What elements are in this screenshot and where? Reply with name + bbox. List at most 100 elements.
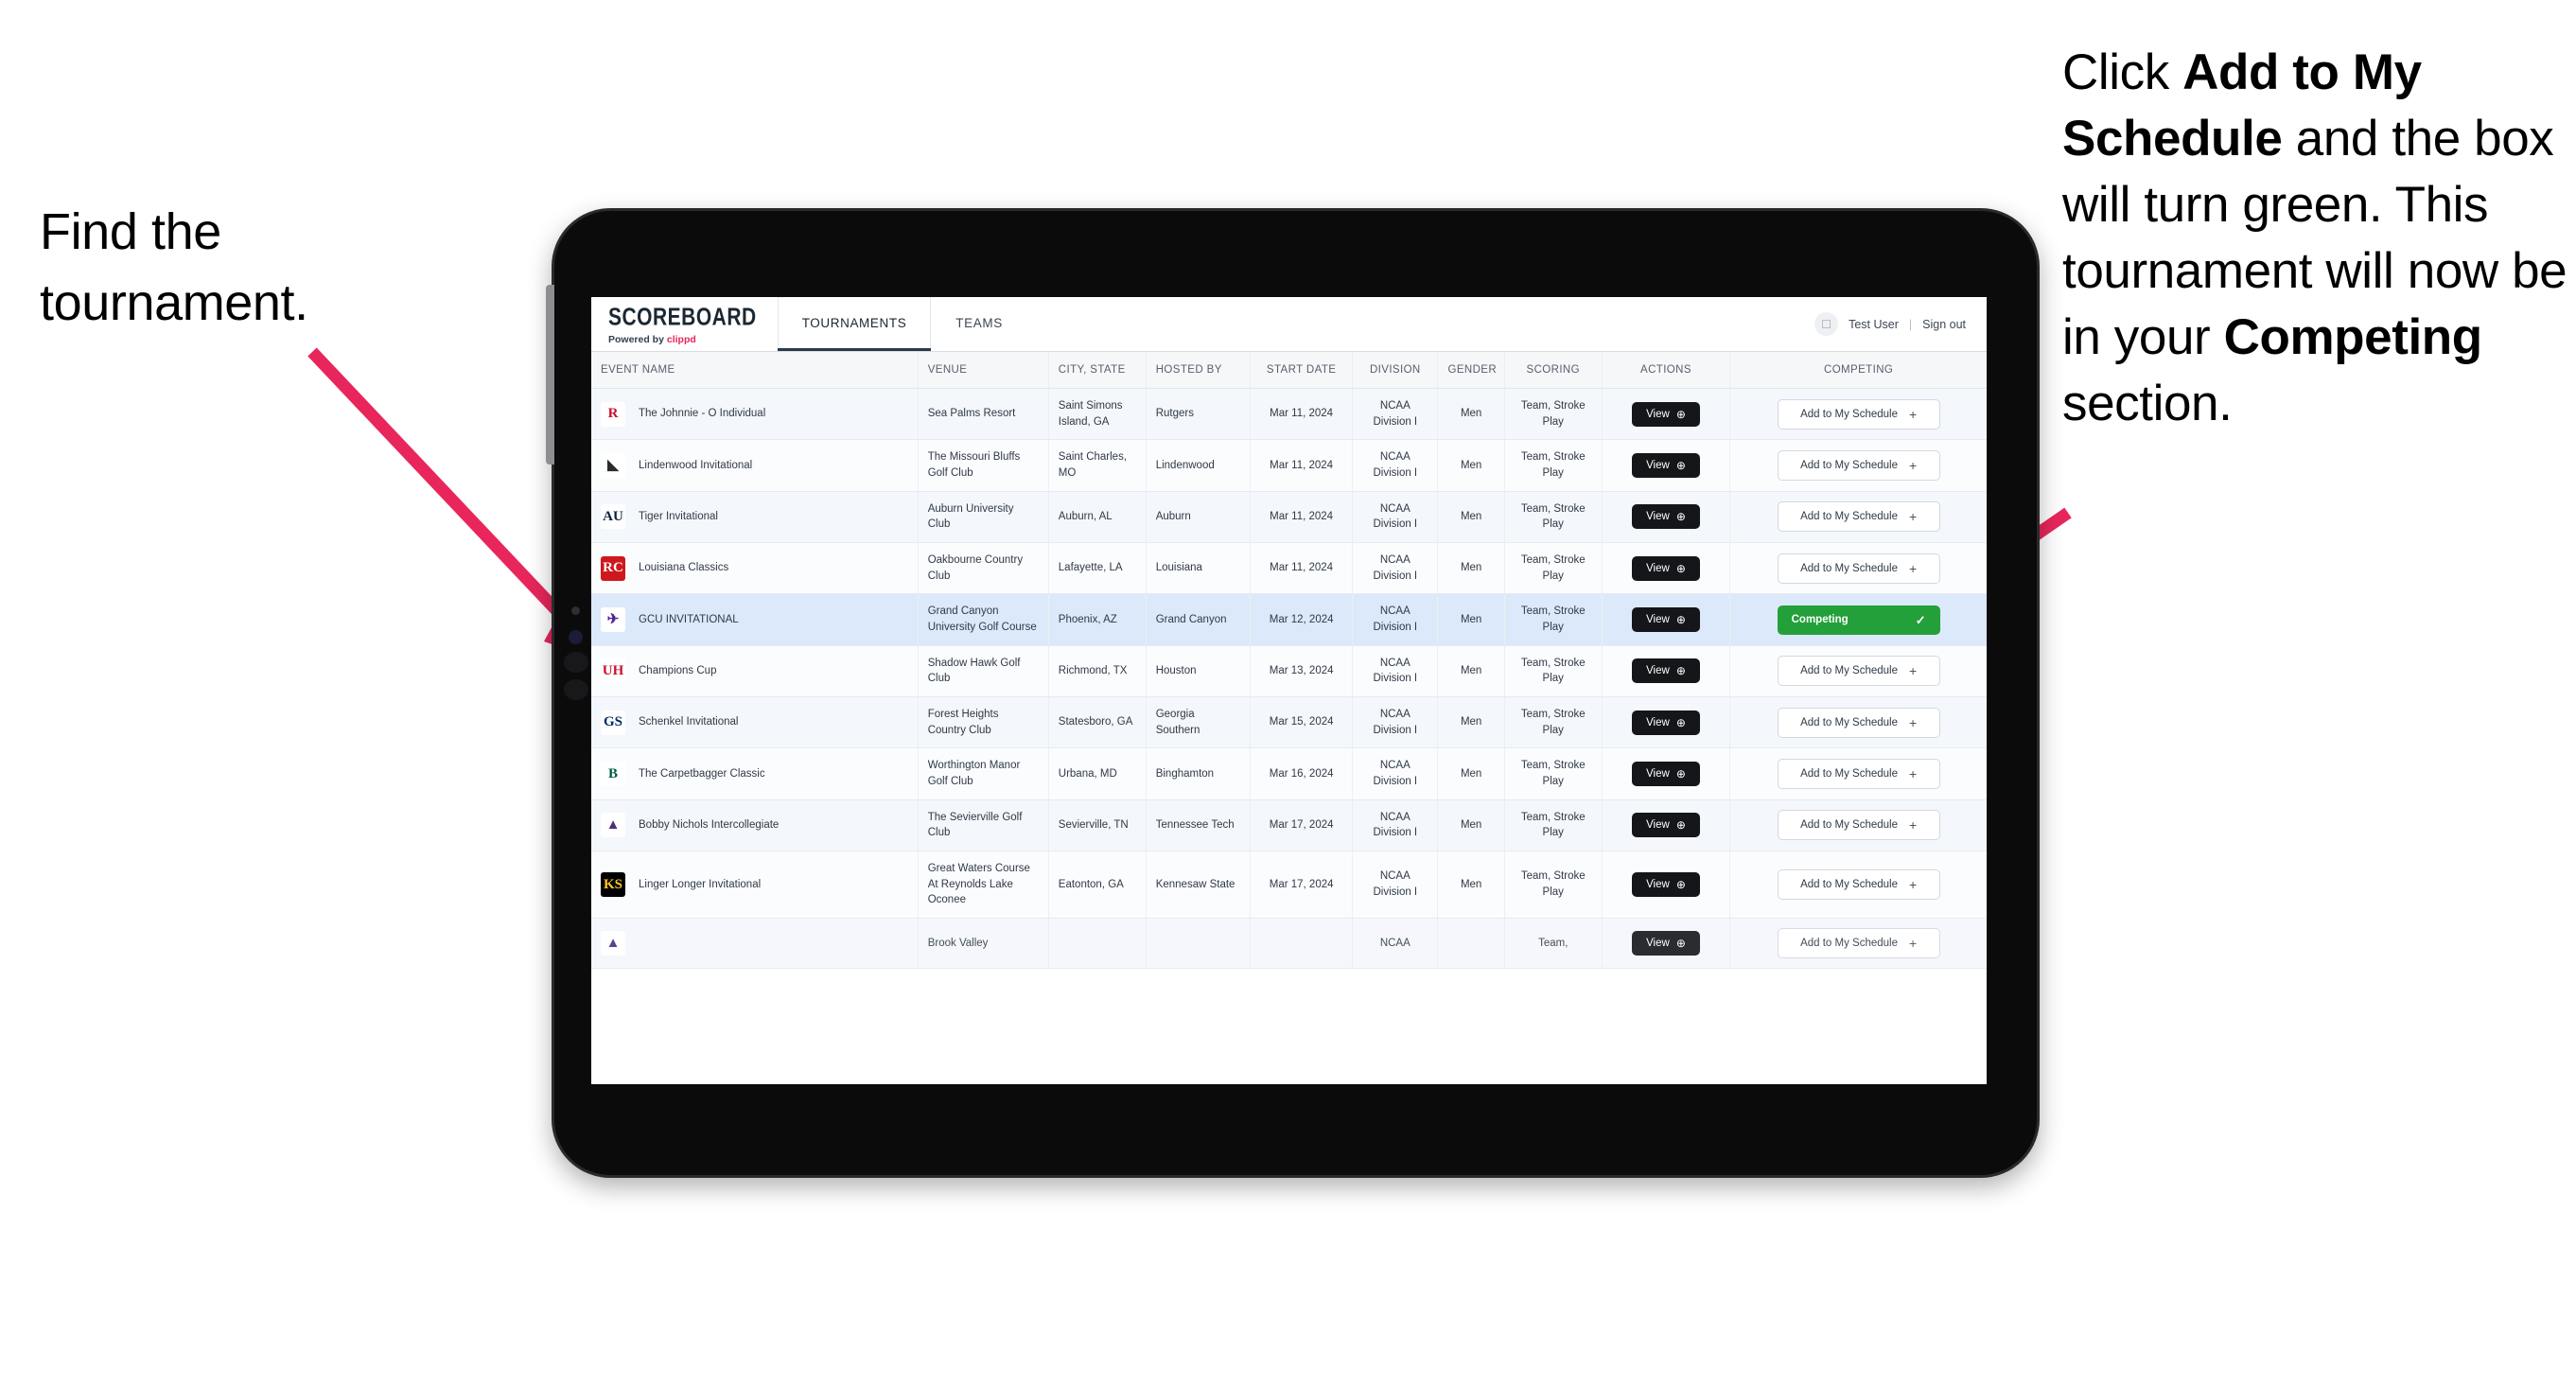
cell-actions: View ⊕ [1602, 388, 1731, 441]
cell-gender: Men [1437, 388, 1505, 441]
add-to-my-schedule-button[interactable]: Add to My Schedule + [1777, 501, 1940, 533]
cell-competing: Add to My Schedule + [1729, 439, 1987, 492]
view-button[interactable]: View ⊕ [1632, 872, 1700, 898]
table-row[interactable]: ▲ Bobby Nichols Intercollegiate The Sevier… [591, 799, 1987, 852]
team-logo-icon: ▲ [601, 813, 625, 838]
column-header-competing[interactable]: COMPETING [1729, 352, 1987, 389]
cell-hosted-by: Grand Canyon [1146, 593, 1252, 646]
add-to-my-schedule-button[interactable]: Add to My Schedule + [1777, 553, 1940, 584]
column-header-division[interactable]: DIVISION [1352, 352, 1439, 389]
cell-hosted-by: Tennessee Tech [1146, 799, 1252, 852]
column-header-actions[interactable]: ACTIONS [1602, 352, 1731, 389]
view-button[interactable]: View ⊕ [1632, 555, 1700, 581]
column-header-scoring[interactable]: SCORING [1504, 352, 1603, 389]
cell-hosted-by: Binghamton [1146, 747, 1252, 800]
view-button[interactable]: View ⊕ [1632, 453, 1700, 479]
cell-scoring: Team, Stroke Play [1504, 593, 1603, 646]
cell-start-date: Mar 11, 2024 [1250, 491, 1354, 544]
add-to-my-schedule-button[interactable]: Add to My Schedule + [1777, 656, 1940, 687]
view-button[interactable]: View ⊕ [1632, 813, 1700, 838]
cell-hosted-by: Georgia Southern [1146, 696, 1252, 749]
add-to-my-schedule-button[interactable]: Add to My Schedule + [1777, 759, 1940, 790]
header-user-area: ☐ Test User | Sign out [1814, 297, 1987, 351]
view-button[interactable]: View ⊕ [1632, 607, 1700, 633]
cell-competing: Add to My Schedule + [1729, 918, 1987, 970]
cell-city-state: Saint Simons Island, GA [1048, 388, 1147, 441]
table-row[interactable]: KS Linger Longer Invitational Great Waters… [591, 851, 1987, 920]
brand-logo[interactable]: SCOREBOARD Powered by clippd [591, 297, 778, 351]
tablet-camera-icon [571, 606, 580, 615]
tablet-device: SCOREBOARD Powered by clippd TOURNAMENTS… [546, 208, 2040, 1178]
tablet-screen: SCOREBOARD Powered by clippd TOURNAMENTS… [591, 297, 1987, 1084]
table-row[interactable]: ◣ Lindenwood Invitational The Missouri Blu… [591, 439, 1987, 492]
sign-out-link[interactable]: Sign out [1922, 318, 1966, 331]
cell-actions: View ⊕ [1602, 645, 1731, 698]
view-button[interactable]: View ⊕ [1632, 931, 1700, 956]
cell-venue: Worthington Manor Golf Club [918, 747, 1049, 800]
tablet-button-volume-up[interactable] [564, 652, 588, 673]
table-row[interactable]: ▲ Brook Valley NCAA Team, View ⊕ Add to My Sch… [591, 918, 1987, 970]
view-button[interactable]: View ⊕ [1632, 710, 1700, 735]
event-name-label: Bobby Nichols Intercollegiate [639, 819, 780, 832]
cell-actions: View ⊕ [1602, 696, 1731, 749]
circle-arrow-right-icon: ⊕ [1675, 664, 1686, 678]
view-button[interactable]: View ⊕ [1632, 762, 1700, 787]
add-to-my-schedule-label: Add to My Schedule [1800, 819, 1898, 832]
column-header-gender[interactable]: GENDER [1437, 352, 1505, 389]
circle-arrow-right-icon: ⊕ [1675, 937, 1686, 951]
table-row[interactable]: R The Johnnie - O Individual Sea Palms Res… [591, 388, 1987, 441]
cell-start-date: Mar 17, 2024 [1250, 799, 1354, 852]
cell-competing: Add to My Schedule + [1729, 696, 1987, 749]
tablet-button-volume-down[interactable] [564, 679, 588, 700]
add-to-my-schedule-button[interactable]: Add to My Schedule + [1777, 928, 1940, 959]
cell-start-date: Mar 12, 2024 [1250, 593, 1354, 646]
tab-tournaments[interactable]: TOURNAMENTS [777, 297, 932, 351]
cell-competing: Add to My Schedule + [1729, 388, 1987, 441]
tab-teams[interactable]: TEAMS [931, 297, 1027, 351]
cell-gender: Men [1437, 439, 1505, 492]
annotation-right-part-0: Click [2062, 44, 2183, 100]
view-button-label: View [1646, 408, 1670, 420]
add-to-my-schedule-button[interactable]: Add to My Schedule + [1777, 869, 1940, 901]
cell-division: NCAA Division I [1352, 491, 1439, 544]
column-header-event-name[interactable]: EVENT NAME [591, 352, 919, 389]
view-button[interactable]: View ⊕ [1632, 401, 1700, 427]
column-header-city-state[interactable]: CITY, STATE [1048, 352, 1147, 389]
column-header-start-date[interactable]: START DATE [1250, 352, 1354, 389]
cell-city-state: Urbana, MD [1048, 747, 1147, 800]
add-to-my-schedule-button[interactable]: Add to My Schedule + [1777, 450, 1940, 482]
add-to-my-schedule-button[interactable]: Add to My Schedule + [1777, 707, 1940, 738]
table-row[interactable]: B The Carpetbagger Classic Worthington Man… [591, 747, 1987, 800]
table-row[interactable]: UH Champions Cup Shadow Hawk Golf Club Rich… [591, 645, 1987, 698]
competing-badge-button[interactable]: Competing ✓ [1777, 605, 1940, 635]
table-row[interactable]: GS Schenkel Invitational Forest Heights Co… [591, 696, 1987, 749]
add-to-my-schedule-button[interactable]: Add to My Schedule + [1777, 398, 1940, 430]
table-row[interactable]: AU Tiger Invitational Auburn University Cl… [591, 491, 1987, 544]
cell-venue: Grand Canyon University Golf Course [918, 593, 1049, 646]
table-row[interactable]: RC Louisiana Classics Oakbourne Country Cl… [591, 542, 1987, 595]
cell-event-name: ✈ GCU INVITATIONAL [591, 593, 919, 646]
column-header-hosted-by[interactable]: HOSTED BY [1146, 352, 1252, 389]
view-button[interactable]: View ⊕ [1632, 658, 1700, 684]
view-button[interactable]: View ⊕ [1632, 504, 1700, 530]
cell-actions: View ⊕ [1602, 918, 1731, 970]
table-scroll-container[interactable]: EVENT NAME VENUE CITY, STATE HOSTED BY START… [591, 352, 1987, 1084]
tablet-indicator-icon [569, 630, 583, 644]
column-header-venue[interactable]: VENUE [918, 352, 1049, 389]
cell-actions: View ⊕ [1602, 491, 1731, 544]
cell-competing: Add to My Schedule + [1729, 491, 1987, 544]
cell-scoring: Team, Stroke Play [1504, 491, 1603, 544]
cell-hosted-by: Rutgers [1146, 388, 1252, 441]
add-to-my-schedule-label: Add to My Schedule [1800, 665, 1898, 677]
add-to-my-schedule-button[interactable]: Add to My Schedule + [1777, 810, 1940, 841]
user-avatar-icon[interactable]: ☐ [1814, 312, 1839, 336]
circle-arrow-right-icon: ⊕ [1675, 767, 1686, 781]
cell-scoring: Team, [1504, 918, 1603, 970]
plus-icon: + [1908, 714, 1918, 730]
view-button-label: View [1646, 614, 1670, 626]
cell-city-state: Lafayette, LA [1048, 542, 1147, 595]
table-row[interactable]: ✈ GCU INVITATIONAL Grand Canyon University… [591, 593, 1987, 646]
view-button-label: View [1646, 511, 1670, 523]
cell-competing: Add to My Schedule + [1729, 851, 1987, 920]
cell-scoring: Team, Stroke Play [1504, 439, 1603, 492]
